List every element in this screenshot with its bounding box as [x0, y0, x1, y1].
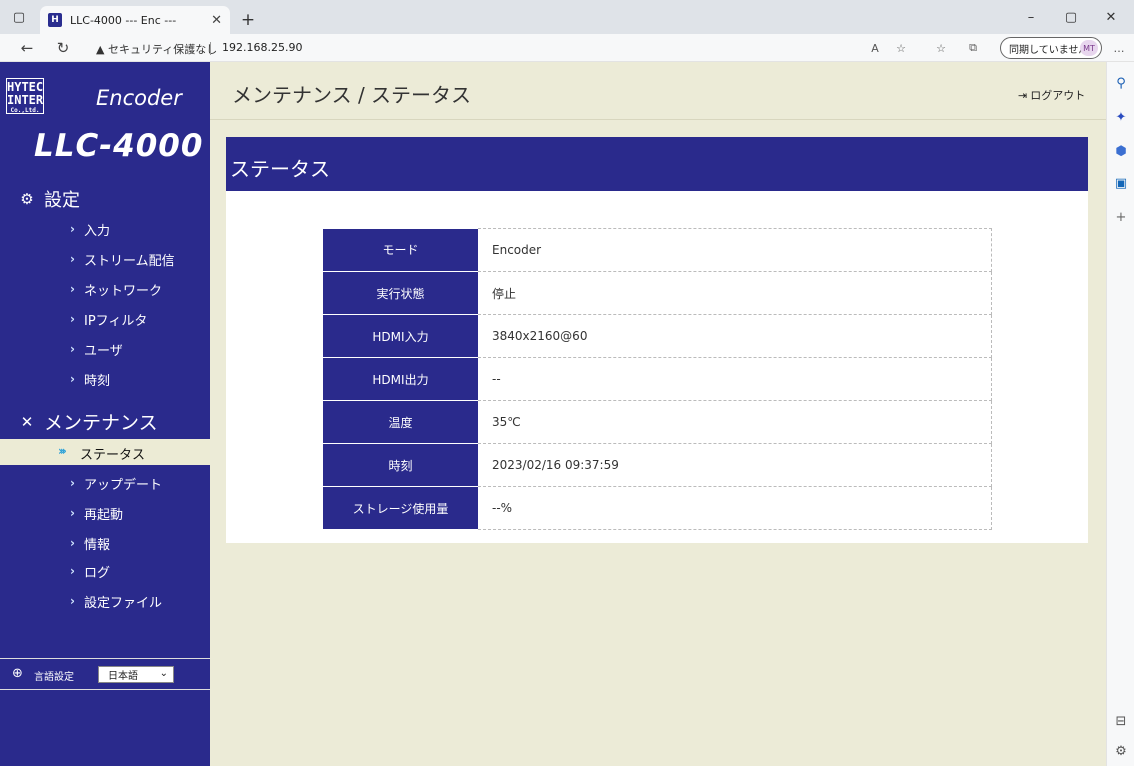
status-key: 温度 — [323, 400, 478, 444]
chevron-right-icon: › — [70, 476, 75, 490]
profile-sync-button[interactable]: 同期していません MT — [1000, 37, 1102, 59]
browser-tab-bar: ▢ H LLC-4000 --- Enc --- ✕ + – ▢ ✕ — [0, 0, 1134, 34]
gear-icon: ⚙ — [20, 190, 34, 208]
table-row: HDMI出力 -- — [323, 357, 992, 401]
new-tab-icon[interactable]: + — [236, 8, 260, 32]
nav-item-info[interactable]: › 情報 — [70, 528, 110, 558]
warning-icon: ▲ — [96, 43, 105, 56]
settings-heading: ⚙ 設定 — [18, 186, 80, 212]
status-value: --% — [478, 486, 992, 530]
chevron-right-icon: › — [70, 594, 75, 608]
nav-item-input[interactable]: › 入力 — [70, 214, 110, 244]
app-sidebar: HYTEC INTER Co.,Ltd. Encoder LLC-4000 ⚙ … — [0, 62, 210, 766]
language-bar: ⊕ 言語設定 日本語 ⌄ — [0, 658, 210, 690]
company-logo: HYTEC INTER Co.,Ltd. — [6, 78, 44, 114]
table-row: 温度 35℃ — [323, 400, 992, 444]
chevron-right-icon: › — [70, 564, 75, 578]
status-table: モード Encoder 実行状態 停止 HDMI入力 3840x2160@60 … — [323, 228, 992, 530]
product-type: Encoder — [96, 86, 182, 110]
nav-item-user[interactable]: › ユーザ — [70, 334, 123, 364]
read-aloud-icon[interactable]: A — [866, 40, 884, 56]
table-row: 実行状態 停止 — [323, 271, 992, 315]
language-select[interactable]: 日本語 ⌄ — [98, 666, 174, 683]
nav-item-log[interactable]: › ログ — [70, 556, 110, 586]
nav-item-update[interactable]: › アップデート — [70, 468, 162, 498]
hide-sidebar-icon[interactable]: ⊟ — [1107, 710, 1134, 732]
add-icon[interactable]: + — [1107, 206, 1134, 228]
status-value: 35℃ — [478, 400, 992, 444]
tab-title: LLC-4000 --- Enc --- — [70, 13, 177, 27]
chevron-right-icon: › — [70, 372, 75, 386]
table-row: モード Encoder — [323, 228, 992, 272]
nav-item-reboot[interactable]: › 再起動 — [70, 498, 123, 528]
chevron-right-icon: › — [70, 252, 75, 266]
favorite-add-icon[interactable]: ☆ — [892, 40, 910, 56]
security-warning[interactable]: ▲ セキュリティ保護なし — [96, 41, 217, 57]
status-panel: ステータス モード Encoder 実行状態 停止 HDMI入力 3840x21… — [226, 137, 1088, 543]
triple-chevron-icon: ››› — [58, 444, 67, 458]
back-icon[interactable]: ← — [16, 38, 38, 58]
page-header: メンテナンス / ステータス ⇥ ログアウト — [210, 62, 1106, 120]
close-window-icon[interactable]: ✕ — [1096, 0, 1126, 34]
chevron-right-icon: › — [70, 312, 75, 326]
outlook-icon[interactable]: ▣ — [1107, 172, 1134, 194]
maximize-icon[interactable]: ▢ — [1056, 0, 1086, 34]
nav-item-network[interactable]: › ネットワーク — [70, 274, 162, 304]
chevron-right-icon: › — [70, 536, 75, 550]
logout-link[interactable]: ⇥ ログアウト — [1018, 87, 1085, 103]
address-bar: ← ↻ ▲ セキュリティ保護なし 192.168.25.90 A ☆ ☆ ⧉ 同… — [0, 34, 1134, 62]
chevron-right-icon: › — [70, 222, 75, 236]
tools-icon: ✕ — [20, 412, 34, 431]
table-row: HDMI入力 3840x2160@60 — [323, 314, 992, 358]
settings-gear-icon[interactable]: ⚙ — [1107, 740, 1134, 762]
browser-tab[interactable]: H LLC-4000 --- Enc --- ✕ — [40, 6, 230, 34]
panel-header: ステータス — [226, 137, 1088, 191]
logout-icon: ⇥ — [1018, 88, 1028, 102]
status-value: -- — [478, 357, 992, 401]
refresh-icon[interactable]: ↻ — [52, 38, 74, 58]
more-icon[interactable]: … — [1110, 40, 1128, 56]
globe-icon: ⊕ — [12, 666, 23, 681]
collections-icon[interactable]: ⧉ — [964, 40, 982, 56]
status-value: 停止 — [478, 271, 992, 315]
chevron-right-icon: › — [70, 282, 75, 296]
search-icon[interactable]: ⚲ — [1107, 72, 1134, 94]
status-key: 実行状態 — [323, 271, 478, 315]
tab-close-icon[interactable]: ✕ — [211, 13, 222, 28]
table-row: 時刻 2023/02/16 09:37:59 — [323, 443, 992, 487]
divider — [210, 42, 211, 55]
favicon-icon: H — [48, 13, 62, 27]
status-key: ストレージ使用量 — [323, 486, 478, 530]
nav-item-time[interactable]: › 時刻 — [70, 364, 110, 394]
chevron-down-icon: ⌄ — [159, 668, 168, 679]
url-field[interactable]: 192.168.25.90 — [222, 41, 302, 54]
chevron-right-icon: › — [70, 506, 75, 520]
model-name: LLC-4000 — [34, 128, 204, 164]
panel-title: ステータス — [230, 157, 330, 181]
copilot-icon[interactable]: ✦ — [1107, 106, 1134, 128]
nav-item-ip-filter[interactable]: › IPフィルタ — [70, 304, 147, 334]
minimize-icon[interactable]: – — [1016, 0, 1046, 34]
nav-item-streaming[interactable]: › ストリーム配信 — [70, 244, 175, 274]
table-row: ストレージ使用量 --% — [323, 486, 992, 530]
avatar: MT — [1080, 40, 1098, 56]
nav-item-config-file[interactable]: › 設定ファイル — [70, 586, 162, 616]
language-label: 言語設定 — [34, 672, 74, 683]
status-value: 2023/02/16 09:37:59 — [478, 443, 992, 487]
nav-item-status-active[interactable]: ››› ステータス — [0, 439, 210, 465]
office-icon[interactable]: ⬢ — [1107, 140, 1134, 162]
status-value: Encoder — [478, 228, 992, 272]
breadcrumb: メンテナンス / ステータス — [232, 83, 472, 107]
status-key: モード — [323, 228, 478, 272]
tab-actions-icon[interactable]: ▢ — [4, 0, 34, 34]
maintenance-heading: ✕ メンテナンス — [18, 408, 158, 435]
favorites-icon[interactable]: ☆ — [932, 40, 950, 56]
status-value: 3840x2160@60 — [478, 314, 992, 358]
chevron-right-icon: › — [70, 342, 75, 356]
status-key: HDMI出力 — [323, 357, 478, 401]
main-content: メンテナンス / ステータス ⇥ ログアウト ステータス モード Encoder… — [210, 62, 1106, 766]
browser-side-panel: ⚲ ✦ ⬢ ▣ + ⊟ ⚙ — [1106, 62, 1134, 766]
status-key: 時刻 — [323, 443, 478, 487]
status-key: HDMI入力 — [323, 314, 478, 358]
